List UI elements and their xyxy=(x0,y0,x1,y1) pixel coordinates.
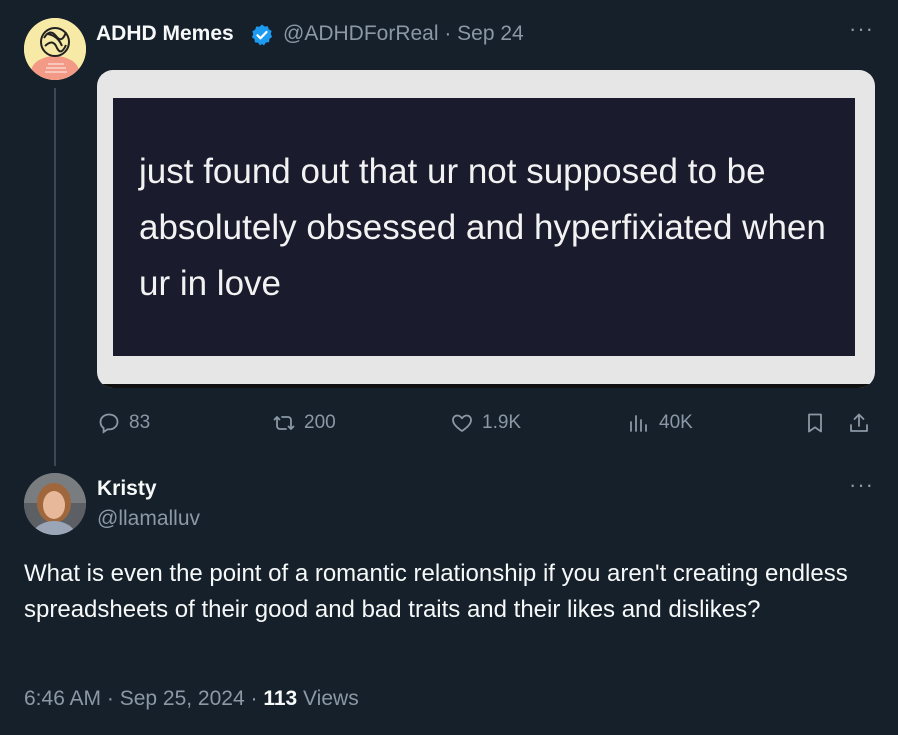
reply-button[interactable]: 83 xyxy=(97,411,150,435)
more-options-icon[interactable]: ··· xyxy=(849,16,874,42)
reply-author-name[interactable]: Kristy xyxy=(97,477,157,501)
reply-more-options-icon[interactable]: ··· xyxy=(849,472,874,498)
reply-icon xyxy=(99,413,119,434)
retweet-button[interactable]: 200 xyxy=(272,411,336,435)
reply-count: 83 xyxy=(129,412,151,433)
author-handle-and-date[interactable]: @ADHDForReal · Sep 24 xyxy=(283,22,524,46)
kristy-avatar[interactable] xyxy=(24,473,86,535)
reply-views-label: Views xyxy=(297,687,359,710)
meme-text-panel: just found out that ur not supposed to b… xyxy=(113,98,855,356)
verified-badge-icon xyxy=(250,23,274,47)
like-count: 1.9K xyxy=(482,412,522,433)
bookmark-icon xyxy=(808,413,822,433)
share-icon xyxy=(850,413,868,432)
like-button[interactable]: 1.9K xyxy=(450,411,521,435)
bookmark-button[interactable] xyxy=(803,411,827,435)
share-button[interactable] xyxy=(847,411,871,435)
tweet-media-image[interactable]: just found out that ur not supposed to b… xyxy=(97,70,875,388)
meme-text: just found out that ur not supposed to b… xyxy=(139,152,826,303)
retweet-icon xyxy=(273,416,295,430)
analytics-icon xyxy=(630,415,647,432)
adhd-memes-avatar[interactable] xyxy=(24,18,86,80)
thread-connector-line xyxy=(54,88,56,466)
media-bottom-edge xyxy=(97,384,875,388)
retweet-count: 200 xyxy=(304,412,336,433)
views-button[interactable]: 40K xyxy=(627,411,693,435)
reply-metadata: 6:46 AM · Sep 25, 2024 · 113 Views xyxy=(24,687,359,711)
views-count: 40K xyxy=(659,412,693,433)
author-name[interactable]: ADHD Memes xyxy=(96,22,234,46)
reply-author-handle[interactable]: @llamalluv xyxy=(97,507,200,531)
heart-icon xyxy=(452,414,472,432)
reply-timestamp[interactable]: 6:46 AM · Sep 25, 2024 · xyxy=(24,687,263,710)
reply-text: What is even the point of a romantic rel… xyxy=(24,560,848,623)
reply-views-count: 113 xyxy=(263,687,298,710)
